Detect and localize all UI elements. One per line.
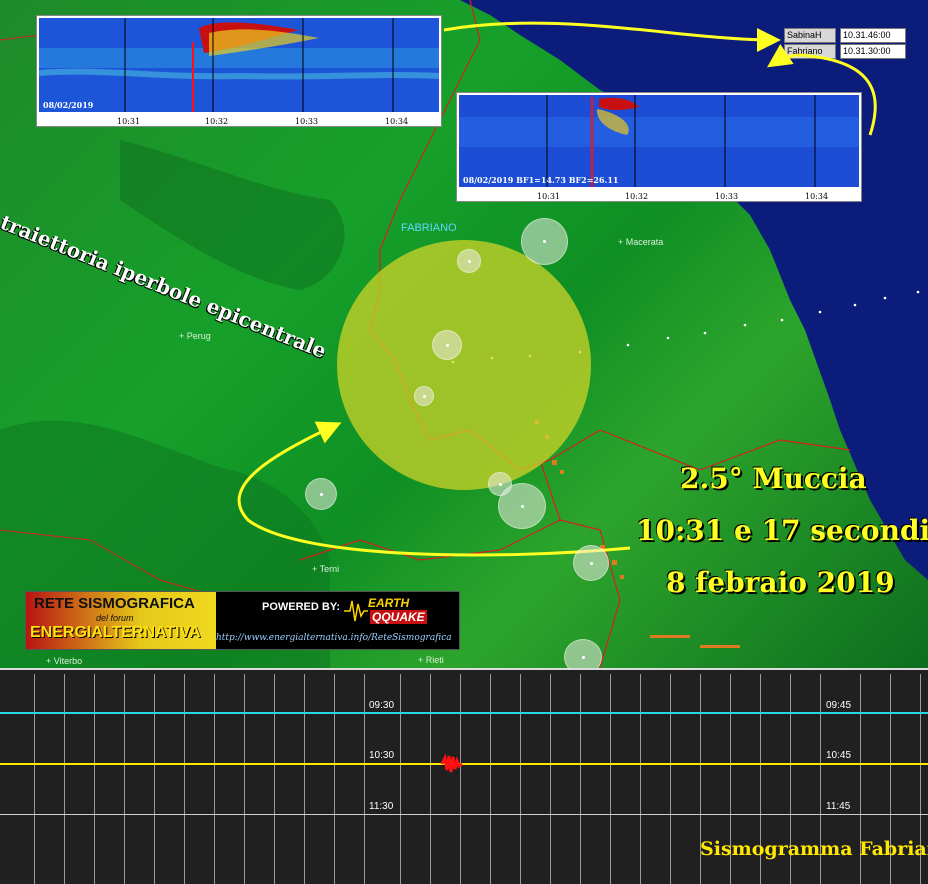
- event-magnitude-place: 2.5° Muccia: [680, 462, 867, 495]
- trace-cyan: [0, 712, 928, 714]
- time-label-right: 10:45: [826, 750, 852, 761]
- logo-url-link[interactable]: http://www.energialternativa.info/ReteSi…: [216, 633, 452, 643]
- quake-bubble[interactable]: [498, 483, 546, 529]
- time-label-left: 11:30: [369, 801, 394, 812]
- city-perugia: + Perug: [179, 331, 211, 341]
- powered-by-label: POWERED BY:: [262, 601, 341, 613]
- city-macerata: + Macerata: [618, 237, 664, 247]
- seismograph-icon: [344, 600, 368, 622]
- logo-line3: ENERGIALTERNATIVA: [30, 624, 201, 641]
- quake-bubble[interactable]: [305, 478, 337, 510]
- brand-qquake: QQUAKE: [370, 610, 427, 624]
- time-label-left: 09:30: [369, 700, 395, 711]
- time-label-right: 09:45: [826, 700, 852, 711]
- map-view[interactable]: 08/02/2019 10:31 10:32 10:33 10:34 08/02…: [0, 0, 928, 668]
- time-label-right: 11:45: [826, 801, 851, 812]
- quake-bubble[interactable]: [521, 218, 568, 265]
- event-date: 8 febraio 2019: [666, 566, 895, 599]
- quake-bubble[interactable]: [457, 249, 481, 273]
- brand-earth: EARTH: [368, 596, 410, 610]
- quake-bubble[interactable]: [573, 545, 609, 581]
- quake-bubble[interactable]: [564, 639, 602, 668]
- seismogram-title: Sismogramma Fabriano: [700, 838, 928, 860]
- quake-bubble[interactable]: [432, 330, 462, 360]
- event-marker[interactable]: [440, 754, 466, 774]
- city-fabriano: FABRIANO: [401, 222, 457, 234]
- city-terni: + Terni: [312, 564, 340, 574]
- quake-bubble[interactable]: [414, 386, 434, 406]
- city-viterbo: + Viterbo: [46, 656, 83, 666]
- logo-line1: RETE SISMOGRAFICA: [34, 595, 195, 612]
- screen: 08/02/2019 10:31 10:32 10:33 10:34 08/02…: [0, 0, 928, 884]
- city-rieti: + Rieti: [418, 655, 444, 665]
- logo-line2: del forum: [96, 613, 134, 623]
- event-time: 10:31 e 17 secondi: [636, 514, 928, 547]
- trace-white: [0, 814, 928, 815]
- arrow-sabina: [767, 44, 877, 136]
- network-logo[interactable]: RETE SISMOGRAFICA del forum ENERGIALTERN…: [25, 591, 460, 650]
- arrow-fabriano: [443, 21, 781, 52]
- time-label-left: 10:30: [369, 750, 395, 761]
- main-quake-circle[interactable]: [337, 240, 591, 490]
